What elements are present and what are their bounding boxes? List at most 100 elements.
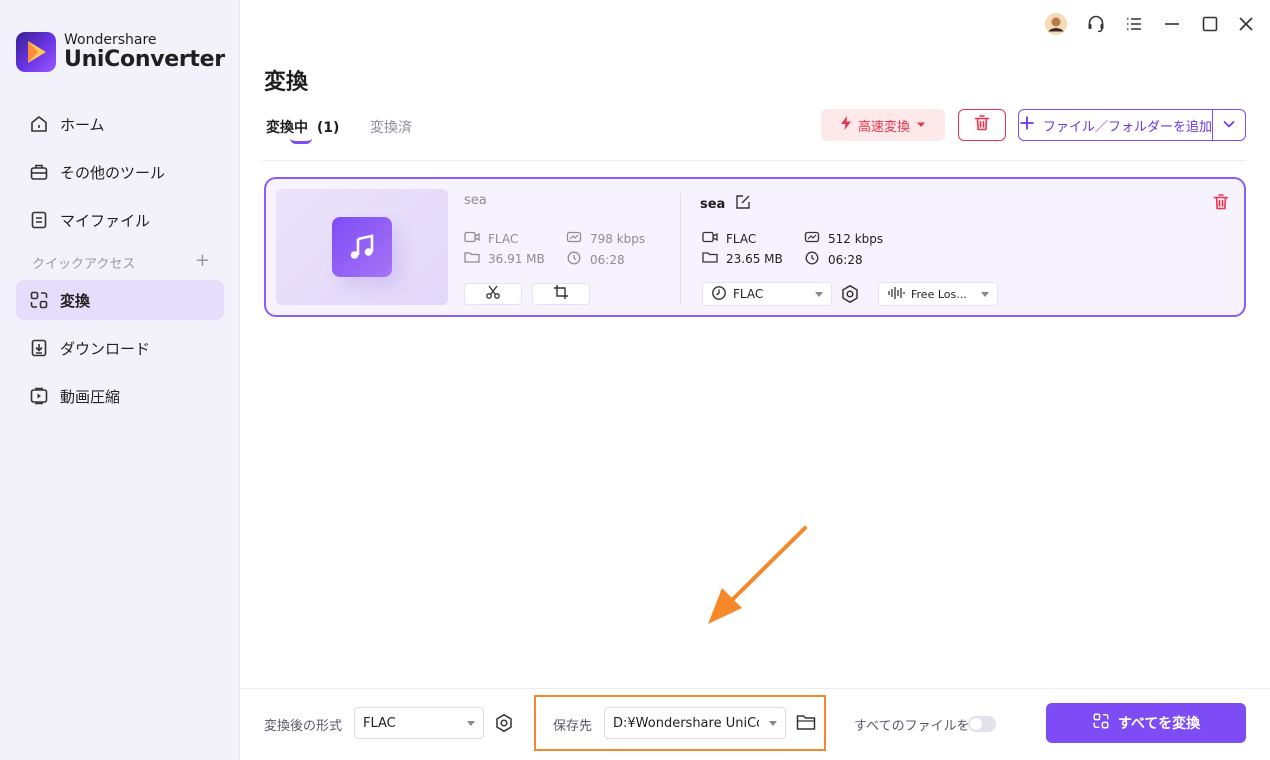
page-title: 変換 [264, 70, 309, 95]
video-camera-icon [464, 231, 480, 246]
save-location-select[interactable]: D:¥Wondershare UniConv [604, 707, 786, 739]
sidebar-item-my-files[interactable]: マイファイル [16, 200, 224, 240]
global-output-format-select[interactable]: FLAC [354, 707, 484, 739]
tab-label: 変換済 [370, 120, 412, 136]
convert-icon [1092, 712, 1110, 734]
merge-files-toggle[interactable] [968, 716, 996, 732]
sidebar-item-compress[interactable]: 動画圧縮 [16, 376, 224, 416]
chevron-down-icon [916, 118, 926, 133]
scissors-icon [485, 284, 501, 304]
sidebar-item-download[interactable]: ダウンロード [16, 328, 224, 368]
chevron-down-icon [769, 720, 777, 726]
trash-icon [1212, 194, 1230, 215]
convert-icon [28, 289, 50, 311]
lightning-icon [840, 116, 852, 134]
toolbox-icon [28, 161, 50, 183]
bitrate-icon [804, 231, 820, 246]
source-bitrate: 798 kbps [566, 231, 645, 246]
header-divider [262, 160, 1246, 161]
trim-button[interactable] [464, 283, 522, 305]
output-file-name: sea [700, 194, 751, 214]
format-dial-icon [711, 285, 727, 304]
sidebar-item-other-tools[interactable]: その他のツール [16, 152, 224, 192]
remove-file-button[interactable] [1212, 193, 1230, 215]
edit-icon[interactable] [735, 194, 751, 214]
bottom-bar: 変換後の形式 FLAC 保存先 D:¥Wondershare UniConv す… [240, 688, 1270, 760]
sidebar-item-label: マイファイル [60, 211, 151, 230]
file-thumbnail[interactable] [276, 189, 448, 305]
output-settings-icon[interactable] [840, 284, 860, 308]
audio-quality-select[interactable]: Free Los... [878, 282, 998, 306]
app-logo: Wondershare UniConverter [16, 32, 225, 72]
folder-icon [702, 251, 718, 266]
sidebar-item-label: ダウンロード [60, 339, 151, 358]
clock-icon [566, 251, 582, 268]
merge-files-label: すべてのファイルを... [854, 719, 982, 734]
chevron-down-icon [1222, 118, 1236, 133]
annotation-arrow [700, 524, 820, 638]
sidebar-item-convert[interactable]: 変換 [16, 280, 224, 320]
convert-all-button[interactable]: すべてを変換 [1046, 703, 1246, 743]
compress-icon [28, 385, 50, 407]
headset-icon[interactable] [1084, 12, 1108, 36]
output-duration: 06:28 [804, 251, 863, 268]
maximize-icon[interactable] [1198, 12, 1222, 36]
tab-converted[interactable]: 変換済 [370, 117, 412, 137]
file-icon [28, 209, 50, 231]
open-folder-icon[interactable] [796, 713, 816, 735]
sidebar-item-label: ホーム [60, 115, 105, 134]
output-format-label: 変換後の形式 [264, 719, 343, 734]
quick-access-add-button[interactable]: + [195, 252, 210, 272]
music-note-icon [332, 217, 392, 277]
save-to-label: 保存先 [553, 719, 593, 734]
brand-top: Wondershare [64, 32, 157, 48]
crop-icon [553, 284, 569, 304]
chevron-down-icon [815, 291, 823, 297]
crop-button[interactable] [532, 283, 590, 305]
plus-icon [1019, 115, 1035, 135]
file-card[interactable]: sea FLAC 36.91 MB 798 kbps 06:28 sea FLA… [264, 177, 1246, 317]
quick-access-label: クイックアクセス [32, 257, 136, 272]
sidebar-item-label: その他のツール [60, 163, 166, 182]
source-format: FLAC [464, 231, 518, 246]
sidebar: Wondershare UniConverter ホーム その他のツール マイフ… [0, 0, 240, 760]
delete-all-button[interactable] [958, 109, 1006, 141]
close-icon[interactable] [1234, 12, 1258, 36]
folder-icon [464, 251, 480, 266]
card-divider [680, 193, 681, 305]
quick-access-header: クイックアクセス + [32, 252, 210, 273]
fast-convert-label: 高速変換 [857, 119, 910, 135]
sidebar-item-label: 変換 [60, 291, 91, 310]
add-files-dropdown[interactable] [1213, 110, 1245, 140]
brand-name: UniConverter [64, 47, 225, 72]
output-bitrate: 512 kbps [804, 231, 883, 246]
source-file-name: sea [464, 193, 487, 208]
source-size: 36.91 MB [464, 251, 545, 266]
waveform-icon [887, 286, 905, 303]
tab-converting[interactable]: 変換中 (1) [266, 117, 339, 137]
sidebar-item-label: 動画圧縮 [60, 387, 121, 406]
sidebar-item-home[interactable]: ホーム [16, 104, 224, 144]
avatar[interactable] [1044, 12, 1068, 36]
uniconverter-logo-icon [16, 32, 56, 72]
output-size: 23.65 MB [702, 251, 783, 266]
add-files-label: ファイル／フォルダーを追加 [1043, 119, 1213, 135]
clock-icon [804, 251, 820, 268]
minimize-icon[interactable] [1160, 12, 1184, 36]
home-icon [28, 113, 50, 135]
video-camera-icon [702, 231, 718, 246]
output-format: FLAC [702, 231, 756, 246]
download-icon [28, 337, 50, 359]
add-files-main[interactable]: ファイル／フォルダーを追加 [1019, 110, 1213, 140]
output-format-select[interactable]: FLAC [702, 282, 832, 306]
chevron-down-icon [981, 291, 989, 297]
fast-convert-button[interactable]: 高速変換 [821, 109, 945, 141]
tab-label: 変換中 [266, 120, 308, 136]
add-files-button[interactable]: ファイル／フォルダーを追加 [1018, 109, 1246, 141]
menu-icon[interactable] [1122, 12, 1146, 36]
chevron-down-icon [467, 720, 475, 726]
global-format-settings-icon[interactable] [494, 713, 514, 737]
trash-icon [973, 114, 991, 136]
convert-all-label: すべてを変換 [1117, 716, 1201, 732]
bitrate-icon [566, 231, 582, 246]
